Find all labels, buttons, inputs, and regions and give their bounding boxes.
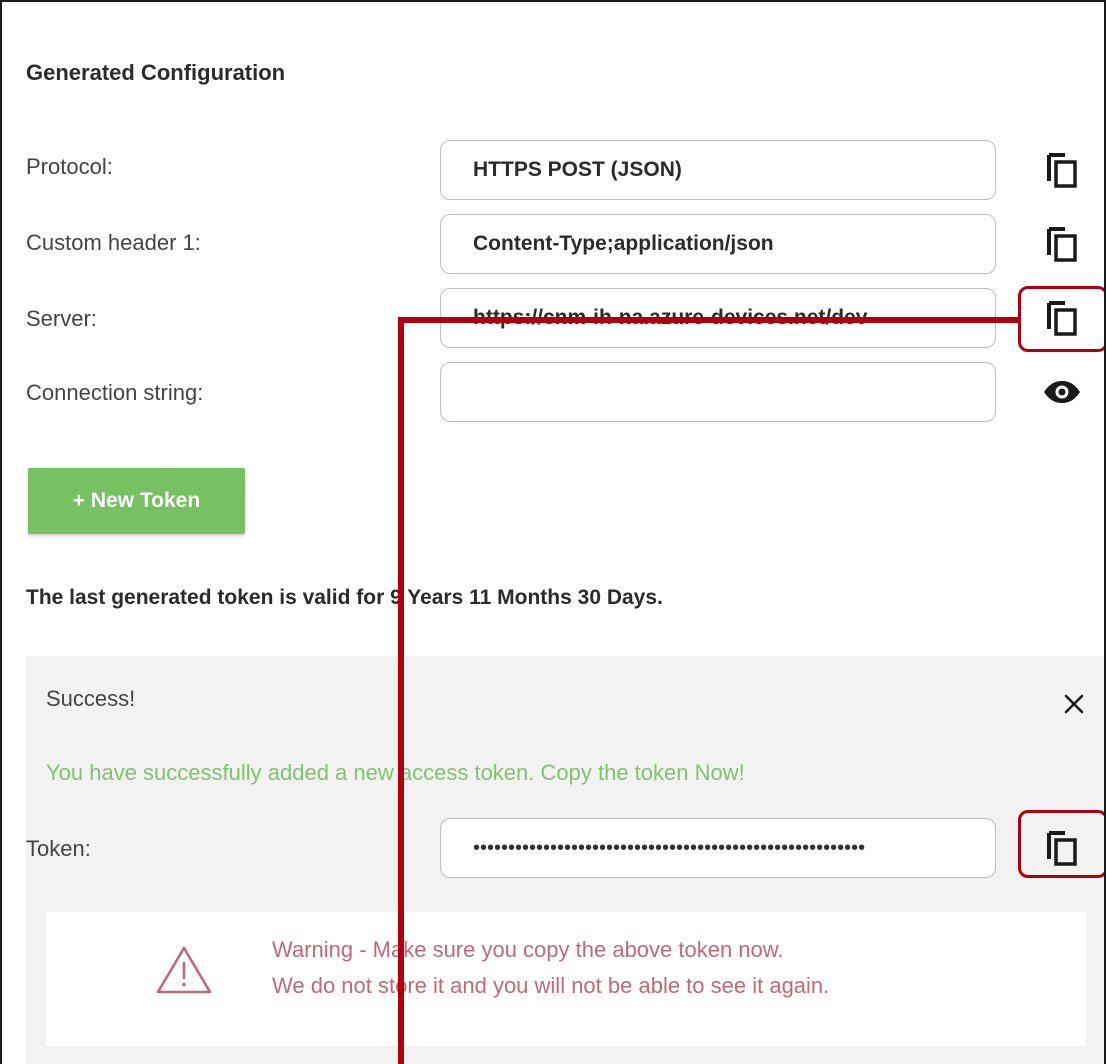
token-validity-text: The last generated token is valid for 9 …	[26, 586, 663, 609]
warning-line-1: Warning - Make sure you copy the above t…	[272, 937, 784, 962]
copy-icon	[1047, 153, 1077, 188]
token-label: Token:	[26, 836, 91, 861]
copy-icon	[1047, 227, 1077, 262]
warning-line-2: We do not store it and you will not be a…	[272, 973, 830, 998]
copy-custom-header-button[interactable]	[1032, 214, 1092, 274]
connection-string-label: Connection string:	[26, 380, 204, 405]
show-connection-string-button[interactable]	[1032, 362, 1092, 422]
copy-icon	[1047, 831, 1077, 866]
token-field[interactable]: ••••••••••••••••••••••••••••••••••••••••…	[440, 818, 996, 878]
success-title: Success!	[46, 686, 136, 711]
warning-box: Warning - Make sure you copy the above t…	[46, 912, 1086, 1046]
success-message: You have successfully added a new access…	[46, 760, 745, 785]
warning-text: Warning - Make sure you copy the above t…	[272, 932, 829, 1004]
custom-header-label: Custom header 1:	[26, 230, 201, 255]
server-label: Server:	[26, 306, 97, 331]
copy-icon	[1047, 301, 1077, 336]
connection-string-field[interactable]	[440, 362, 996, 422]
custom-header-field[interactable]: Content-Type;application/json	[440, 214, 996, 274]
new-token-button[interactable]: + New Token	[28, 468, 245, 534]
close-icon	[1064, 694, 1084, 714]
copy-token-button[interactable]	[1032, 818, 1092, 878]
configuration-panel: Generated Configuration Protocol: HTTPS …	[0, 0, 1106, 1064]
server-field[interactable]: https://cnm-ih-na.azure-devices.net/dev	[440, 288, 996, 348]
section-title: Generated Configuration	[26, 60, 286, 85]
protocol-label: Protocol:	[26, 154, 113, 179]
eye-icon	[1044, 381, 1080, 403]
close-alert-button[interactable]	[1054, 684, 1094, 724]
warning-icon	[156, 946, 212, 994]
copy-protocol-button[interactable]	[1032, 140, 1092, 200]
copy-server-button[interactable]	[1032, 288, 1092, 348]
protocol-field[interactable]: HTTPS POST (JSON)	[440, 140, 996, 200]
